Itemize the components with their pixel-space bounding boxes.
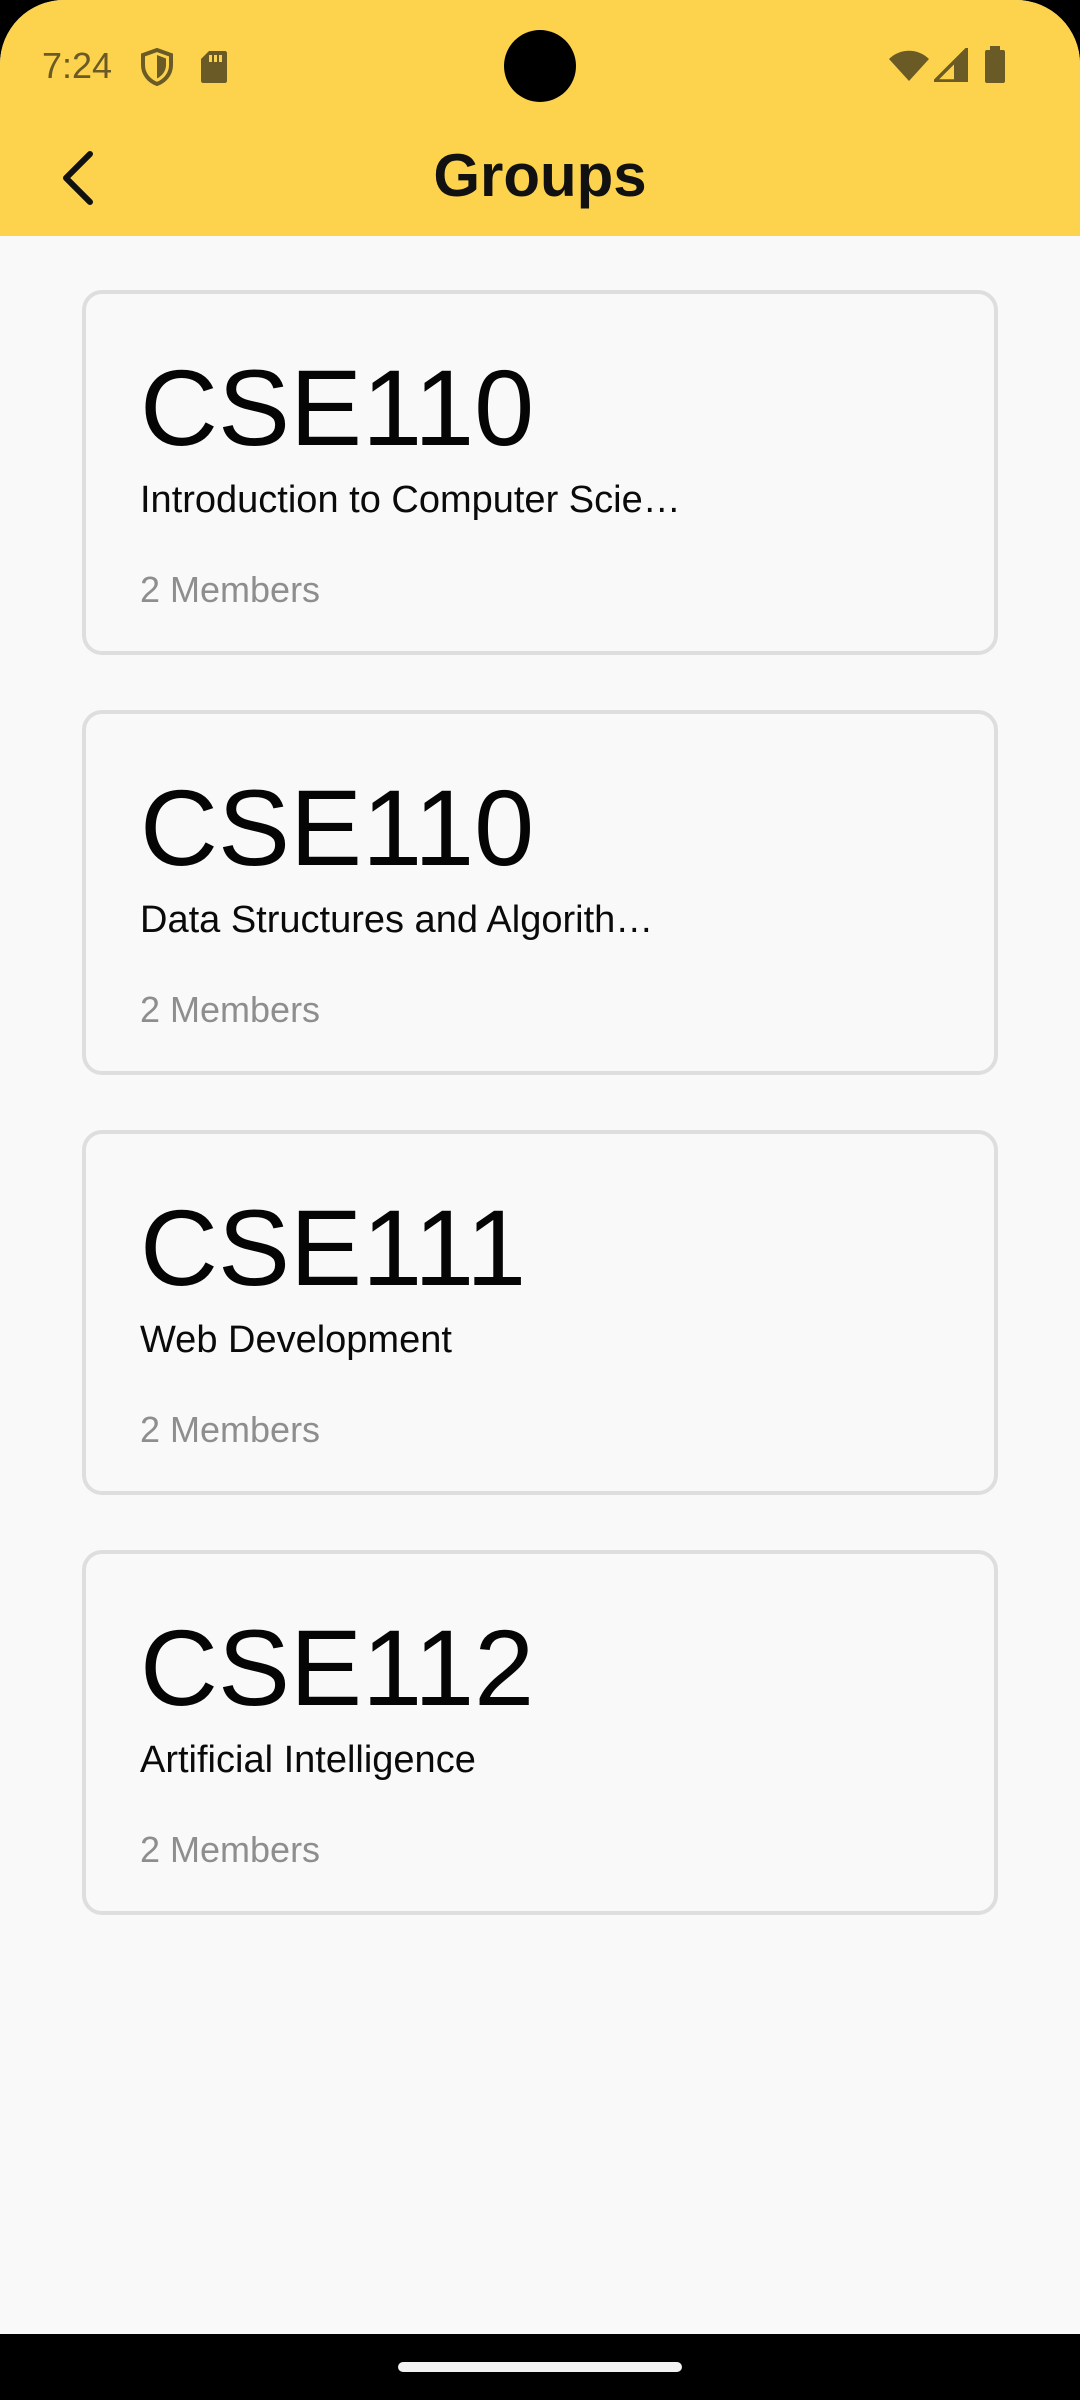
group-code: CSE110 — [140, 347, 535, 468]
group-code: CSE110 — [140, 767, 535, 888]
group-name: Web Development — [140, 1319, 452, 1361]
page-title: Groups — [433, 142, 647, 209]
cell-signal-icon — [930, 44, 969, 87]
group-card[interactable]: CSE111 Web Development 2 Members — [82, 1130, 998, 1495]
group-members-count: 2 Members — [140, 1409, 321, 1450]
home-indicator[interactable] — [398, 2362, 682, 2372]
battery-icon — [984, 46, 1006, 89]
group-name: Data Structures and Algorith… — [140, 899, 654, 941]
group-members-count: 2 Members — [140, 1829, 321, 1870]
wifi-icon — [888, 50, 930, 87]
group-card[interactable]: CSE110 Data Structures and Algorith… 2 M… — [82, 710, 998, 1075]
group-list: CSE110 Introduction to Computer Scie… 2 … — [82, 290, 998, 1970]
group-code: CSE111 — [140, 1187, 527, 1308]
group-members-count: 2 Members — [140, 989, 321, 1030]
sd-card-icon — [200, 50, 228, 89]
group-card[interactable]: CSE110 Introduction to Computer Scie… 2 … — [82, 290, 998, 655]
group-name: Introduction to Computer Scie… — [140, 479, 681, 521]
app-bar: 7:24 Groups — [0, 0, 1080, 236]
screen: 7:24 Groups CSE110 Introduction to Compu… — [0, 0, 1080, 2334]
group-members-count: 2 Members — [140, 569, 321, 610]
shield-icon — [140, 47, 174, 91]
group-name: Artificial Intelligence — [140, 1739, 476, 1781]
group-code: CSE112 — [140, 1607, 535, 1728]
status-time: 7:24 — [42, 45, 113, 86]
group-card[interactable]: CSE112 Artificial Intelligence 2 Members — [82, 1550, 998, 1915]
front-camera — [504, 30, 576, 102]
status-bar: 7:24 — [0, 0, 1080, 132]
